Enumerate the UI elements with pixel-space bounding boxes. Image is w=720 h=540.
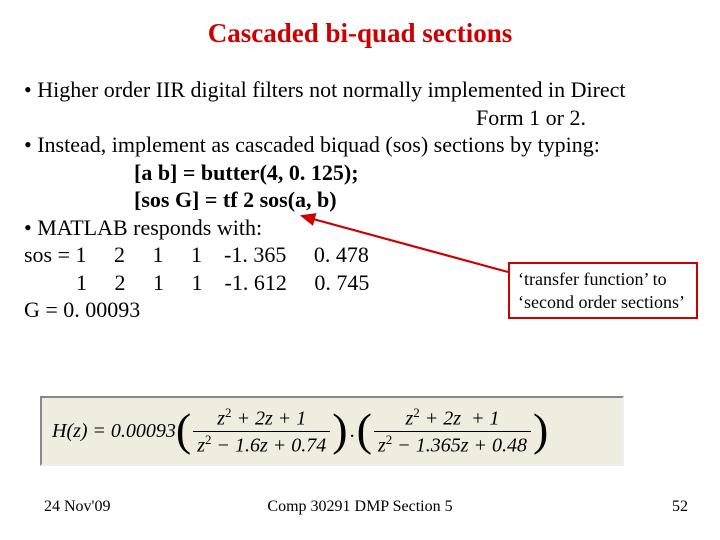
- footer-center: Comp 30291 DMP Section 5: [0, 498, 720, 516]
- eq-dot: .: [350, 420, 355, 443]
- code-line-1: [a b] = butter(4, 0. 125);: [24, 159, 696, 187]
- frac1-den: z2 − 1.6z + 0.74: [193, 433, 330, 457]
- rparen-2: ): [533, 412, 548, 449]
- lparen-2: (: [357, 412, 372, 449]
- eq-coeff: 0.00093: [111, 420, 176, 443]
- callout-line-2: ‘second order sections’: [518, 291, 688, 314]
- callout-line-1: ‘transfer function’ to: [518, 268, 688, 291]
- equation: H(z) = 0.00093 ( z2 + 2z + 1 z2 − 1.6z +…: [40, 396, 624, 466]
- frac1-num: z2 + 2z + 1: [213, 406, 310, 430]
- eq-lhs: H(z): [52, 420, 88, 443]
- frac2-den: z2 − 1.365z + 0.48: [374, 433, 531, 457]
- bullet-1: • Higher order IIR digital filters not n…: [24, 76, 696, 104]
- bullet-3: • MATLAB responds with:: [24, 214, 696, 242]
- slide: Cascaded bi-quad sections • Higher order…: [0, 0, 720, 540]
- callout-box: ‘transfer function’ to ‘second order sec…: [508, 262, 698, 319]
- code-line-2: [sos G] = tf 2 sos(a, b): [24, 186, 696, 214]
- bullet-1-cont: Form 1 or 2.: [24, 104, 696, 132]
- page-title: Cascaded bi-quad sections: [0, 18, 720, 49]
- fraction-1: z2 + 2z + 1 z2 − 1.6z + 0.74: [193, 406, 330, 456]
- frac2-num: z2 + 2z + 1: [401, 406, 503, 430]
- fraction-2: z2 + 2z + 1 z2 − 1.365z + 0.48: [374, 406, 531, 456]
- rparen-1: ): [332, 412, 347, 449]
- lparen-1: (: [176, 412, 191, 449]
- bullet-2: • Instead, implement as cascaded biquad …: [24, 131, 696, 159]
- page-number: 52: [672, 498, 688, 516]
- eq-equals: =: [94, 420, 105, 443]
